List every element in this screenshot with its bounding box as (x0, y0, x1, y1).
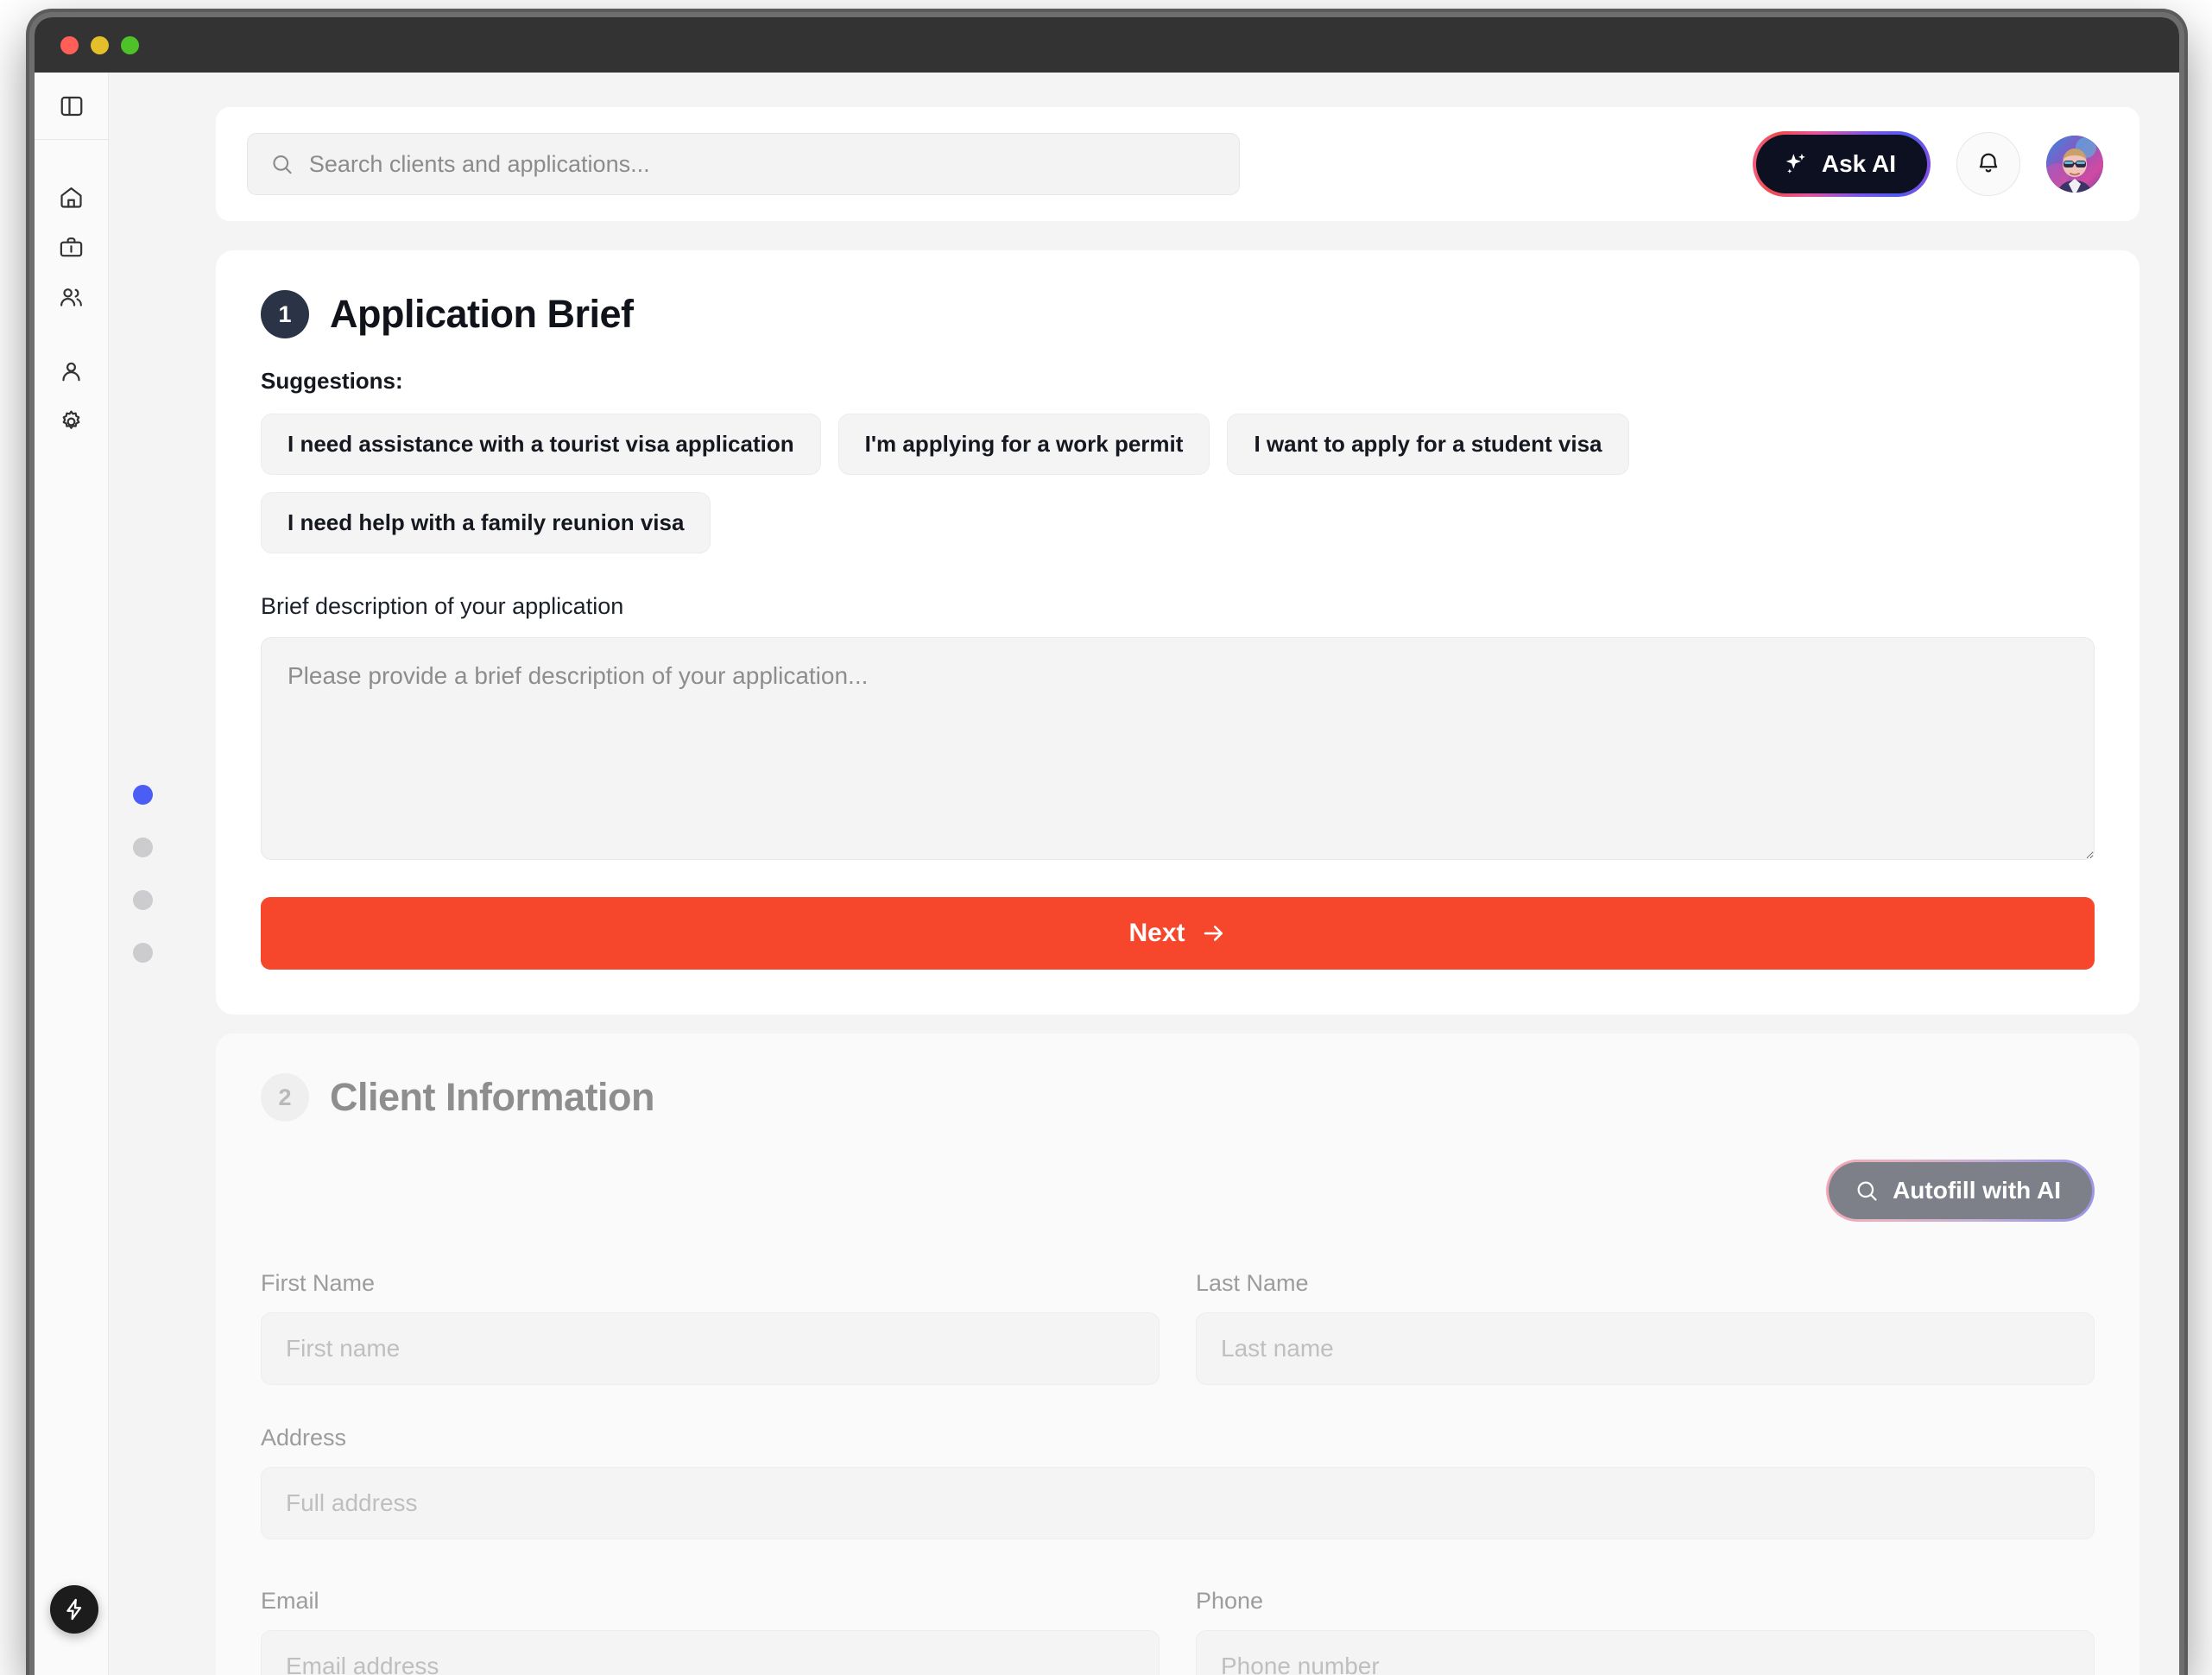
name-row: First Name Last Name (261, 1230, 2095, 1385)
browser-window-frame: Ask AI (29, 12, 2184, 1675)
client-information-card: 2 Client Information Autofill with AI (216, 1033, 2139, 1675)
autofill-with-ai-label: Autofill with AI (1893, 1177, 2061, 1204)
brief-description-input[interactable] (261, 637, 2095, 860)
suggestion-chip[interactable]: I'm applying for a work permit (838, 414, 1210, 475)
next-button-label: Next (1128, 919, 1185, 948)
next-button[interactable]: Next (261, 897, 2095, 970)
avatar[interactable] (2046, 136, 2103, 193)
phone-field-group: Phone (1196, 1548, 2095, 1675)
application-brief-header: 1 Application Brief (261, 290, 2095, 338)
address-field-group: Address (261, 1425, 2095, 1539)
main-content: Ask AI (109, 73, 2179, 1675)
app-window: Ask AI (35, 17, 2179, 1675)
lightning-bolt-icon (62, 1597, 86, 1621)
last-name-field-group: Last Name (1196, 1230, 2095, 1385)
arrow-right-icon (1201, 920, 1227, 946)
window-titlebar (35, 17, 2179, 73)
step-dot-3[interactable] (133, 890, 153, 910)
close-window-button[interactable] (60, 36, 79, 54)
sidebar-item-cases[interactable] (47, 226, 97, 268)
phone-input[interactable] (1196, 1630, 2095, 1675)
email-field-group: Email (261, 1548, 1160, 1675)
ask-ai-label: Ask AI (1822, 150, 1896, 178)
suggestions-label: Suggestions: (261, 368, 2095, 395)
user-icon (58, 358, 85, 385)
panel-left-icon (59, 93, 85, 119)
suggestion-chip[interactable]: I want to apply for a student visa (1227, 414, 1628, 475)
quick-actions-fab[interactable] (50, 1585, 98, 1634)
sidebar-toggle-row (35, 73, 108, 140)
application-brief-card: 1 Application Brief Suggestions: I need … (216, 250, 2139, 1014)
app-body: Ask AI (35, 73, 2179, 1675)
brief-description-wrap (261, 637, 2095, 864)
last-name-input[interactable] (1196, 1312, 2095, 1385)
first-name-field-group: First Name (261, 1230, 1160, 1385)
suggestion-chip[interactable]: I need assistance with a tourist visa ap… (261, 414, 821, 475)
panel-toggle-button[interactable] (47, 85, 97, 127)
brief-description-label: Brief description of your application (261, 593, 2095, 620)
sidebar-item-home[interactable] (47, 176, 97, 218)
ask-ai-button[interactable]: Ask AI (1753, 131, 1931, 197)
ask-ai-button-inner: Ask AI (1756, 135, 1927, 193)
search-input[interactable] (309, 151, 1217, 178)
home-icon (58, 184, 85, 211)
notifications-button[interactable] (1956, 132, 2020, 196)
contact-row: Email Phone (261, 1548, 2095, 1675)
step-badge-2: 2 (261, 1073, 309, 1122)
top-bar: Ask AI (216, 107, 2139, 221)
step-dot-4[interactable] (133, 943, 153, 963)
avatar-image (2046, 136, 2103, 193)
autofill-with-ai-inner: Autofill with AI (1829, 1162, 2092, 1219)
step-badge-1: 1 (261, 290, 309, 338)
autofill-row: Autofill with AI (261, 1160, 2095, 1222)
search-icon (270, 152, 294, 176)
sidebar-item-settings[interactable] (47, 401, 97, 442)
address-input[interactable] (261, 1467, 2095, 1539)
phone-label: Phone (1196, 1588, 2095, 1615)
email-input[interactable] (261, 1630, 1160, 1675)
step-dot-1[interactable] (133, 785, 153, 805)
users-icon (58, 284, 85, 311)
step-dot-2[interactable] (133, 838, 153, 857)
sidebar-nav (47, 140, 97, 442)
suggestion-chip-list: I need assistance with a tourist visa ap… (261, 414, 1780, 553)
client-information-title: Client Information (330, 1075, 654, 1120)
search-box[interactable] (247, 133, 1240, 195)
first-name-input[interactable] (261, 1312, 1160, 1385)
maximize-window-button[interactable] (121, 36, 139, 54)
gear-icon (58, 408, 85, 435)
address-label: Address (261, 1425, 2095, 1451)
client-information-header: 2 Client Information (261, 1073, 2095, 1122)
sidebar-item-profile[interactable] (47, 351, 97, 392)
minimize-window-button[interactable] (91, 36, 109, 54)
last-name-label: Last Name (1196, 1270, 2095, 1297)
briefcase-icon (58, 234, 85, 261)
search-icon (1855, 1179, 1879, 1203)
bell-icon (1975, 151, 2001, 177)
autofill-with-ai-button[interactable]: Autofill with AI (1826, 1160, 2095, 1222)
email-label: Email (261, 1588, 1160, 1615)
sidebar-rail (35, 73, 109, 1675)
sparkle-icon (1782, 150, 1810, 178)
top-bar-actions: Ask AI (1753, 131, 2103, 197)
first-name-label: First Name (261, 1270, 1160, 1297)
suggestion-chip[interactable]: I need help with a family reunion visa (261, 492, 711, 553)
page-title: Application Brief (330, 292, 634, 337)
sidebar-item-clients[interactable] (47, 276, 97, 318)
